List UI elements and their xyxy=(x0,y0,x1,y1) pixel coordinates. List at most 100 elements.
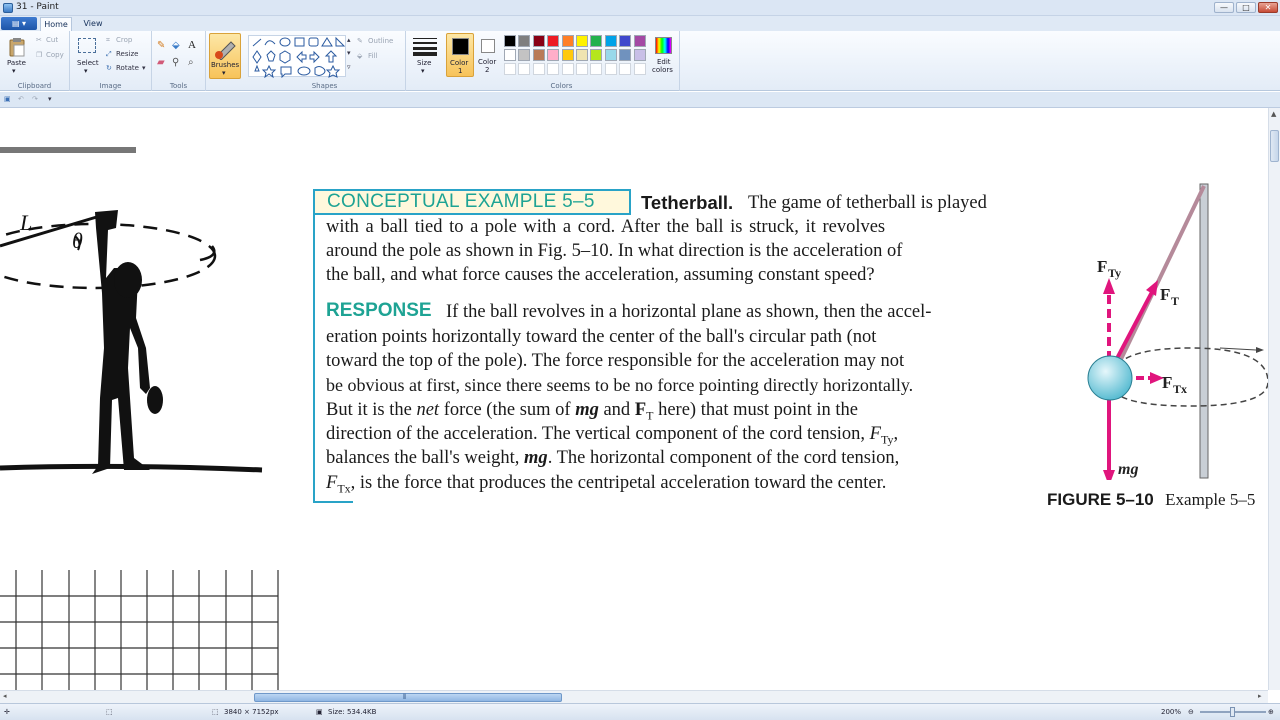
palette-swatch[interactable] xyxy=(576,35,588,47)
save-icon[interactable]: ▣ xyxy=(4,95,11,103)
scroll-left-icon[interactable]: ◂ xyxy=(3,692,7,700)
palette-swatch[interactable] xyxy=(561,49,574,61)
size-dropdown-icon[interactable]: ▾ xyxy=(421,67,425,75)
rotate-button[interactable]: Rotate xyxy=(116,64,139,72)
size-button[interactable]: Size xyxy=(417,59,431,67)
paragraph2-line1: If the ball revolves in a horizontal pla… xyxy=(446,302,932,322)
shapes-gallery[interactable] xyxy=(248,35,346,79)
paste-button[interactable]: Paste xyxy=(7,59,26,67)
color2-number: 2 xyxy=(485,66,490,74)
palette-swatch[interactable] xyxy=(590,35,603,47)
palette-swatch[interactable] xyxy=(547,49,560,61)
palette-swatch[interactable] xyxy=(633,49,646,61)
pencil-icon[interactable]: ✎ xyxy=(157,40,165,51)
palette-swatch[interactable] xyxy=(504,35,516,47)
customize-qat-icon[interactable]: ▾ xyxy=(48,95,52,103)
quick-access-toolbar: ▣ ↶ ↷ ▾ xyxy=(0,92,1280,108)
cut-button[interactable]: Cut xyxy=(46,36,58,44)
palette-swatch-empty[interactable] xyxy=(532,63,545,75)
magnifier-icon[interactable]: ⌕ xyxy=(188,57,194,68)
shapes-scroll-down-icon[interactable]: ▾ xyxy=(347,49,351,57)
vertical-scroll-thumb[interactable] xyxy=(1270,130,1279,162)
minimize-button[interactable]: — xyxy=(1214,2,1234,13)
file-menu-button[interactable]: ▤ ▾ xyxy=(1,17,37,30)
zoom-slider-thumb[interactable] xyxy=(1230,707,1235,717)
window-title: 31 - Paint xyxy=(16,2,59,12)
response-label: RESPONSE xyxy=(326,300,432,321)
paste-icon[interactable] xyxy=(8,37,26,57)
palette-swatch[interactable] xyxy=(532,49,545,61)
concept-title: CONCEPTUAL EXAMPLE 5–5 xyxy=(327,191,595,212)
zoom-out-icon[interactable]: ⊖ xyxy=(1188,708,1194,716)
tetherball-sketch: L θ xyxy=(0,210,263,474)
select-button[interactable]: Select xyxy=(77,59,99,67)
palette-swatch-empty[interactable] xyxy=(561,63,574,75)
shapes-scroll-up-icon[interactable]: ▴ xyxy=(347,36,351,44)
resize-button[interactable]: Resize xyxy=(116,50,138,58)
palette-swatch[interactable] xyxy=(504,49,516,61)
palette-swatch[interactable] xyxy=(547,35,560,47)
crop-button[interactable]: Crop xyxy=(116,36,132,44)
rotate-dropdown-icon[interactable]: ▾ xyxy=(142,64,146,72)
outline-button[interactable]: Outline xyxy=(368,37,393,45)
palette-swatch[interactable] xyxy=(633,35,646,47)
palette-swatch[interactable] xyxy=(518,35,531,47)
zoom-in-icon[interactable]: ⊕ xyxy=(1268,708,1274,716)
tetherball-heading: Tetherball. xyxy=(641,192,734,213)
text-icon[interactable]: A xyxy=(188,39,196,51)
palette-swatch[interactable] xyxy=(561,35,574,47)
tab-view[interactable]: View xyxy=(78,17,108,31)
size-icon[interactable] xyxy=(413,36,437,56)
copy-button[interactable]: Copy xyxy=(46,51,64,59)
palette-swatch-empty[interactable] xyxy=(576,63,588,75)
fill-button[interactable]: Fill xyxy=(368,52,377,60)
paragraph2-line5: But it is the net force (the sum of mg a… xyxy=(326,400,858,424)
palette-swatch[interactable] xyxy=(604,35,617,47)
canvas-area[interactable]: L θ CONCEPTUAL EXAMPLE 5–5 Tetherball. T… xyxy=(0,108,1268,690)
palette-swatch-empty[interactable] xyxy=(604,63,617,75)
horizontal-scrollbar[interactable]: ◂ ⦀ ▸ xyxy=(0,690,1268,703)
tab-home[interactable]: Home xyxy=(40,17,72,31)
brushes-button[interactable]: Brushes ▾ xyxy=(209,33,241,79)
palette-swatch[interactable] xyxy=(518,49,531,61)
undo-icon[interactable]: ↶ xyxy=(18,95,24,103)
paste-dropdown-icon[interactable]: ▾ xyxy=(12,67,16,75)
file-size: Size: 534.4KB xyxy=(328,708,377,716)
palette-swatch-empty[interactable] xyxy=(619,63,632,75)
scroll-right-icon[interactable]: ▸ xyxy=(1258,692,1262,700)
palette-swatch-empty[interactable] xyxy=(504,63,516,75)
color1-button[interactable]: Color 1 xyxy=(446,33,474,77)
canvas-dimensions: 3840 × 7152px xyxy=(224,708,279,716)
palette-swatch[interactable] xyxy=(604,49,617,61)
eraser-icon[interactable]: ▰ xyxy=(157,57,165,68)
palette-swatch-empty[interactable] xyxy=(633,63,646,75)
fill-icon[interactable]: ⬙ xyxy=(172,40,180,51)
outline-icon: ✎ xyxy=(357,37,363,45)
palette-swatch[interactable] xyxy=(532,35,545,47)
palette-swatch-empty[interactable] xyxy=(547,63,560,75)
palette-swatch[interactable] xyxy=(619,35,632,47)
palette-swatch[interactable] xyxy=(576,49,588,61)
line7-part-b: . The horizontal component of the cord t… xyxy=(547,448,900,468)
paragraph1-line4: the ball, and what force causes the acce… xyxy=(326,265,875,285)
shapes-more-icon[interactable]: ▿ xyxy=(347,63,351,71)
select-icon[interactable] xyxy=(78,38,96,53)
edit-colors-button[interactable]: Edit colors xyxy=(650,33,678,77)
scroll-up-icon[interactable]: ▲ xyxy=(1271,110,1276,118)
color2-label: Color xyxy=(478,58,497,66)
status-bar: ✛ ⬚ ⬚ 3840 × 7152px ▣ Size: 534.4KB 200%… xyxy=(0,703,1280,720)
palette-swatch-empty[interactable] xyxy=(590,63,603,75)
edit-colors-icon xyxy=(655,37,672,54)
vertical-scrollbar[interactable]: ▲ xyxy=(1268,108,1280,690)
palette-swatch[interactable] xyxy=(590,49,603,61)
close-button[interactable]: ✕ xyxy=(1258,2,1278,13)
horizontal-scroll-thumb[interactable]: ⦀ xyxy=(254,693,562,702)
maximize-button[interactable]: □ xyxy=(1236,2,1256,13)
palette-swatch[interactable] xyxy=(619,49,632,61)
palette-swatch-empty[interactable] xyxy=(518,63,531,75)
color-picker-icon[interactable]: ⚲ xyxy=(172,57,179,68)
select-dropdown-icon[interactable]: ▾ xyxy=(84,67,88,75)
redo-icon[interactable]: ↷ xyxy=(32,95,38,103)
zoom-slider[interactable] xyxy=(1200,707,1266,717)
color2-button[interactable]: Color 2 xyxy=(476,33,502,77)
